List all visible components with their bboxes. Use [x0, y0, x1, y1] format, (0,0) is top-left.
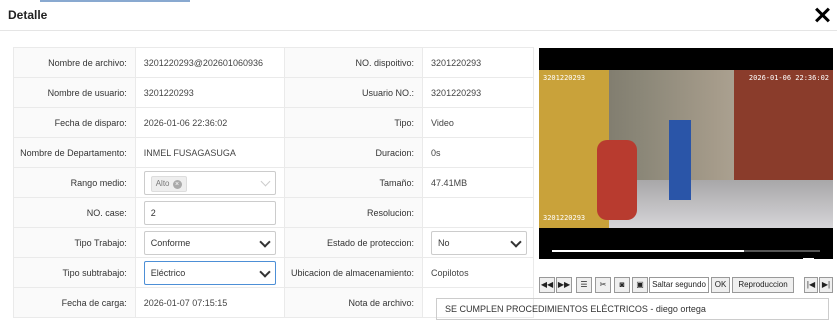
label-tipo-subtrabajo: Tipo subtrabajo: — [13, 257, 136, 288]
skip-seconds-input[interactable]: Saltar segundo — [649, 277, 709, 293]
value-departamento: INMEL FUSAGASUGA — [134, 137, 286, 168]
value-nombre-usuario: 3201220293 — [134, 77, 286, 108]
rewind-icon[interactable]: ◀◀ — [539, 277, 555, 293]
rango-medio-tag-label: Alto — [155, 178, 170, 188]
value-no-dispositivo: 3201220293 — [422, 47, 534, 78]
tag-remove-icon[interactable]: × — [172, 179, 182, 189]
osd-device-id: 3201220293 — [543, 74, 586, 82]
rango-medio-tag: Alto × — [150, 175, 187, 192]
value-fecha-disparo: 2026-01-06 22:36:02 — [134, 107, 286, 138]
list-icon[interactable]: ☰ — [576, 277, 592, 293]
value-duracion: 0s — [422, 137, 534, 168]
label-tamano: Tamaño: — [284, 167, 424, 198]
value-usuario-no: 3201220293 — [422, 77, 534, 108]
play-icon[interactable] — [559, 260, 568, 270]
video-player[interactable]: 3201220293 2026-01-06 22:36:02 320122029… — [539, 48, 833, 273]
value-fecha-carga: 2026-01-07 07:15:15 — [134, 287, 286, 318]
skip-end-icon[interactable]: ▶| — [819, 277, 833, 293]
value-ubicacion: Copilotos — [422, 257, 534, 288]
dialog-title: Detalle — [8, 8, 48, 22]
playback-toolbar: ◀◀ ▶▶ ☰ ✂ ◙ ▣ Saltar segundo OK Reproduc… — [539, 277, 833, 293]
label-no-dispositivo: NO. dispoitivo: — [284, 47, 424, 78]
value-nombre-archivo: 3201220293@202601060936 — [134, 47, 286, 78]
rango-medio-select[interactable]: Alto × — [143, 170, 277, 195]
label-no-case: NO. case: — [13, 197, 136, 228]
video-frame — [539, 70, 833, 228]
close-icon[interactable] — [813, 6, 831, 24]
label-duracion: Duracion: — [284, 137, 424, 168]
chevron-down-icon — [260, 176, 271, 186]
tipo-subtrabajo-value: Eléctrico — [150, 267, 186, 278]
tipo-subtrabajo-select[interactable]: Eléctrico — [143, 260, 277, 285]
snapshot-icon[interactable]: ◙ — [614, 277, 630, 293]
label-ubicacion: Ubicacion de almacenamiento: — [284, 257, 424, 288]
nota-archivo-input[interactable]: SE CUMPLEN PROCEDIMIENTOS ELÉCTRICOS - d… — [436, 298, 829, 320]
label-nombre-usuario: Nombre de usuario: — [13, 77, 136, 108]
label-resolucion: Resolucion: — [284, 197, 424, 228]
tipo-trabajo-value: Conforme — [150, 237, 191, 248]
value-resolucion — [422, 197, 534, 228]
label-rango-medio: Rango medio: — [13, 167, 136, 198]
label-tipo-trabajo: Tipo Trabajo: — [13, 227, 136, 258]
label-tipo: Tipo: — [284, 107, 424, 138]
fullscreen-icon[interactable] — [803, 258, 814, 269]
reproduccion-button[interactable]: Reproduccion — [732, 277, 794, 293]
cut-icon[interactable]: ✂ — [595, 277, 611, 293]
estado-proteccion-value: No — [438, 237, 450, 248]
no-case-input[interactable]: 2 — [143, 200, 277, 225]
dialog-header: Detalle — [0, 0, 837, 31]
detail-form: Nombre de archivo: 3201220293@2026010609… — [13, 47, 534, 318]
frame-icon[interactable]: ▣ — [632, 277, 648, 293]
video-time: 07:10 / 10:00 — [611, 260, 664, 270]
chevron-down-icon — [259, 235, 272, 248]
video-progress-bar[interactable] — [552, 250, 820, 252]
chevron-down-icon — [259, 265, 272, 278]
label-departamento: Nombre de Departamento: — [13, 137, 136, 168]
fast-forward-icon[interactable]: ▶▶ — [556, 277, 572, 293]
label-nombre-archivo: Nombre de archivo: — [13, 47, 136, 78]
chevron-down-icon — [510, 235, 522, 248]
osd-device-id-bottom: 3201220293 — [543, 214, 586, 222]
volume-icon[interactable] — [585, 261, 593, 271]
label-usuario-no: Usuario NO.: — [284, 77, 424, 108]
ok-button[interactable]: OK — [711, 277, 730, 293]
value-tipo: Video — [422, 107, 534, 138]
label-fecha-disparo: Fecha de disparo: — [13, 107, 136, 138]
osd-timestamp: 2026-01-06 22:36:02 — [748, 74, 829, 82]
skip-start-icon[interactable]: |◀ — [804, 277, 818, 293]
label-estado-proteccion: Estado de proteccion: — [284, 227, 424, 258]
gear-icon[interactable]: ⚙ — [777, 258, 789, 274]
value-tamano: 47.41MB — [422, 167, 534, 198]
label-nota-archivo: Nota de archivo: — [284, 287, 424, 318]
tipo-trabajo-select[interactable]: Conforme — [143, 230, 277, 255]
estado-proteccion-select[interactable]: No — [431, 230, 527, 255]
label-fecha-carga: Fecha de carga: — [13, 287, 136, 318]
video-progress-fill — [552, 250, 745, 252]
